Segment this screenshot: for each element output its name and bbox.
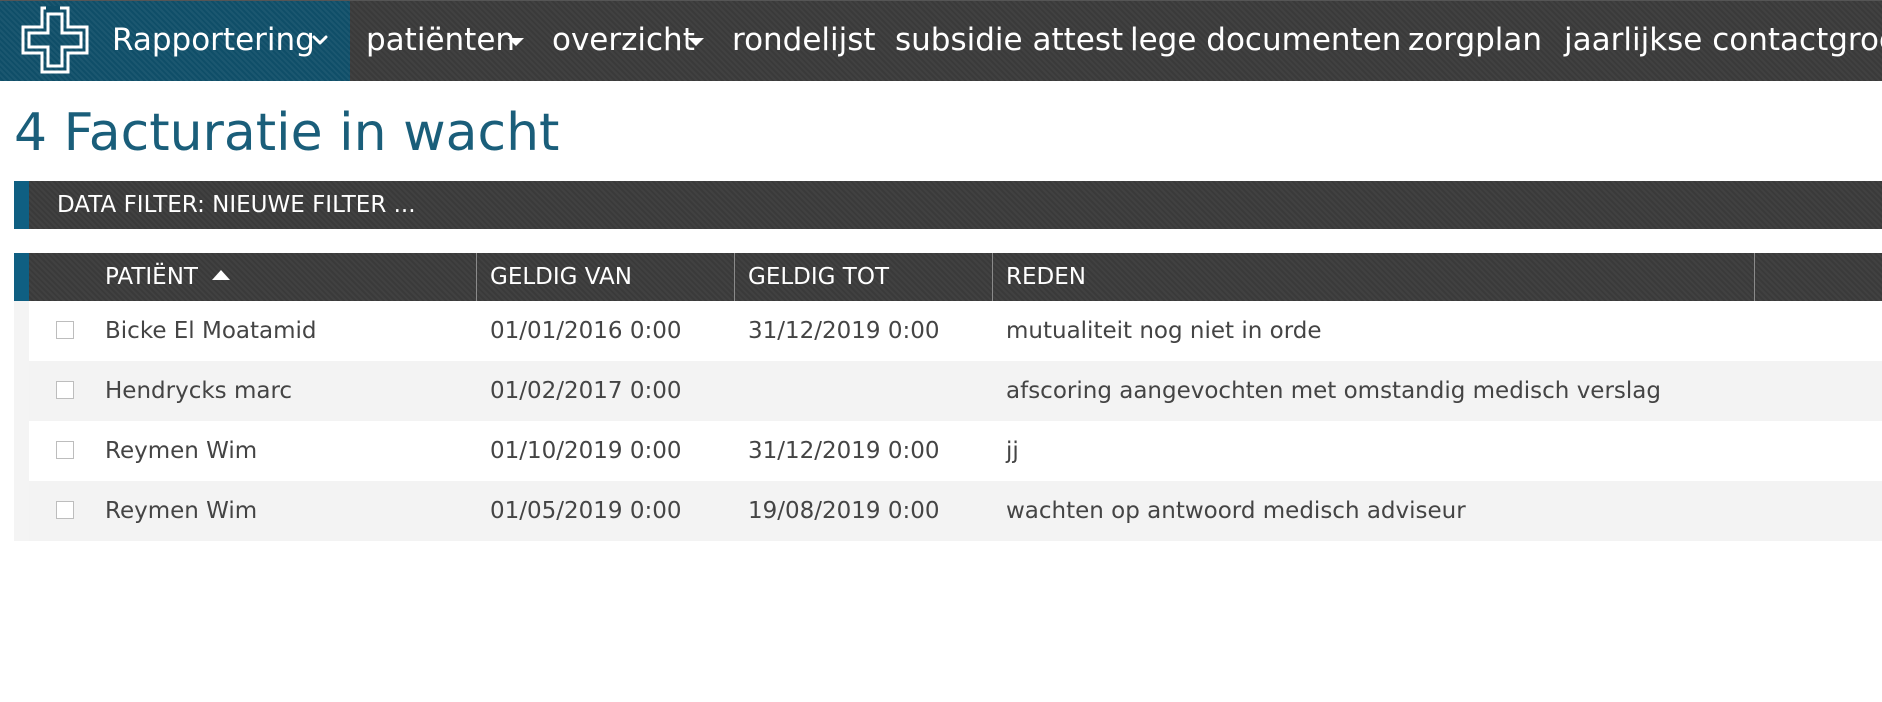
- filter-label[interactable]: DATA FILTER: NIEUWE FILTER ...: [57, 191, 416, 219]
- cell-geldig-van: 01/05/2019 0:00: [490, 498, 682, 524]
- cell-reden: mutualiteit nog niet in orde: [1006, 318, 1322, 344]
- cell-patient: Reymen Wim: [105, 498, 258, 524]
- row-checkbox[interactable]: [56, 501, 74, 519]
- nav-item-overzicht[interactable]: overzicht: [552, 21, 695, 59]
- column-header-geldig-van[interactable]: GELDIG VAN: [490, 263, 632, 291]
- sort-ascending-icon[interactable]: [212, 270, 230, 280]
- column-header-reden[interactable]: REDEN: [1006, 263, 1086, 291]
- table-row[interactable]: Hendrycks marc 01/02/2017 0:00 afscoring…: [14, 361, 1882, 421]
- cell-geldig-van: 01/10/2019 0:00: [490, 438, 682, 464]
- cell-reden: afscoring aangevochten met omstandig med…: [1006, 378, 1661, 404]
- cell-patient: Bicke El Moatamid: [105, 318, 317, 344]
- nav-item-rondelijst[interactable]: rondelijst: [732, 21, 876, 59]
- column-divider[interactable]: [734, 253, 735, 301]
- cell-geldig-tot: 31/12/2019 0:00: [748, 438, 940, 464]
- cell-reden: wachten op antwoord medisch adviseur: [1006, 498, 1466, 524]
- cell-geldig-tot: 19/08/2019 0:00: [748, 498, 940, 524]
- brand-label: Rapportering: [112, 22, 315, 58]
- cell-reden: jj: [1006, 438, 1019, 464]
- table-body: Bicke El Moatamid 01/01/2016 0:00 31/12/…: [14, 301, 1882, 541]
- row-checkbox[interactable]: [56, 441, 74, 459]
- medical-cross-logo-icon: [21, 6, 89, 74]
- nav-item-lege-documenten[interactable]: lege documenten: [1130, 21, 1401, 59]
- caret-down-icon: [688, 38, 704, 46]
- column-divider[interactable]: [476, 253, 477, 301]
- column-divider[interactable]: [1754, 253, 1755, 301]
- cell-patient: Reymen Wim: [105, 438, 258, 464]
- nav-item-zorgplan[interactable]: zorgplan: [1408, 21, 1542, 59]
- nav-item-patienten[interactable]: patiënten: [366, 21, 515, 59]
- column-header-geldig-tot[interactable]: GELDIG TOT: [748, 263, 889, 291]
- cell-geldig-tot: 31/12/2019 0:00: [748, 318, 940, 344]
- top-navbar: Rapportering patiënten overzicht rondeli…: [0, 0, 1882, 81]
- page-title: 4 Facturatie in wacht: [14, 103, 560, 163]
- row-checkbox[interactable]: [56, 321, 74, 339]
- table-header: PATIËNT GELDIG VAN GELDIG TOT REDEN: [14, 253, 1882, 301]
- column-divider[interactable]: [992, 253, 993, 301]
- cell-patient: Hendrycks marc: [105, 378, 293, 404]
- column-header-patient[interactable]: PATIËNT: [105, 263, 198, 291]
- table-row[interactable]: Bicke El Moatamid 01/01/2016 0:00 31/12/…: [14, 301, 1882, 361]
- caret-down-icon: [508, 38, 524, 46]
- nav-item-jaarlijkse-contactgroep[interactable]: jaarlijkse contactgroep: [1564, 21, 1882, 59]
- nav-item-subsidie-attest[interactable]: subsidie attest: [895, 21, 1123, 59]
- cell-geldig-van: 01/02/2017 0:00: [490, 378, 682, 404]
- row-checkbox[interactable]: [56, 381, 74, 399]
- table-row[interactable]: Reymen Wim 01/10/2019 0:00 31/12/2019 0:…: [14, 421, 1882, 481]
- brand-menu[interactable]: Rapportering: [0, 1, 350, 81]
- cell-geldig-van: 01/01/2016 0:00: [490, 318, 682, 344]
- table-row[interactable]: Reymen Wim 01/05/2019 0:00 19/08/2019 0:…: [14, 481, 1882, 541]
- chevron-down-icon: [312, 35, 328, 45]
- data-filter-bar[interactable]: DATA FILTER: NIEUWE FILTER ...: [14, 181, 1882, 229]
